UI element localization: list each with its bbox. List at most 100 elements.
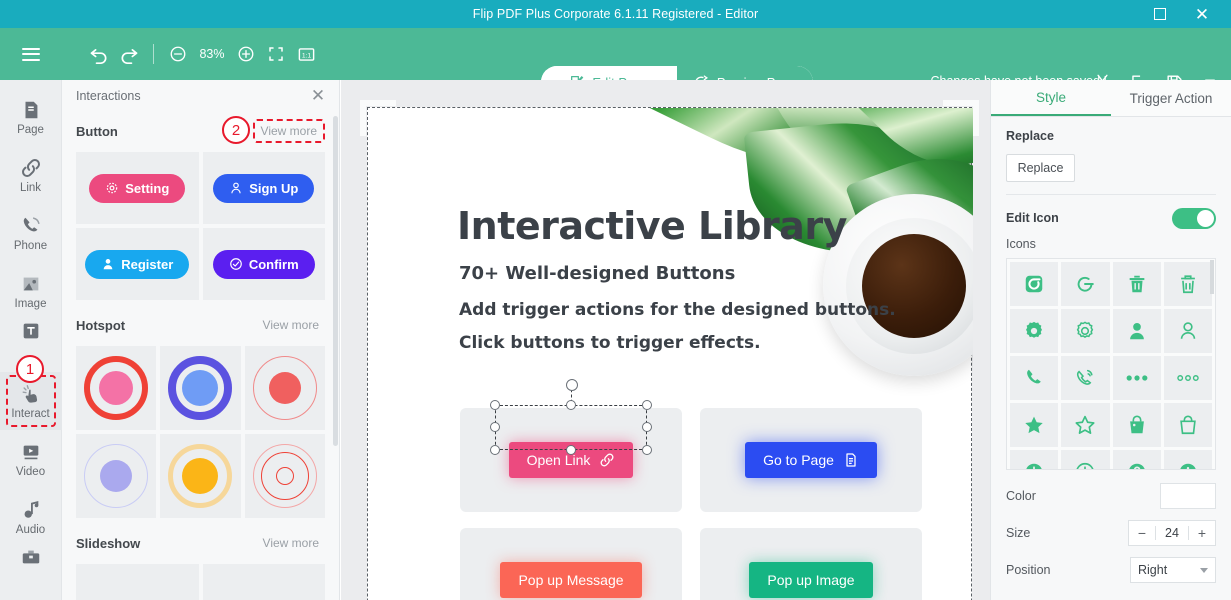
icon-cell-trash-filled[interactable]	[1112, 262, 1161, 306]
view-more-button-section[interactable]: View more	[252, 119, 325, 143]
tab-trigger-action[interactable]: Trigger Action	[1111, 80, 1231, 116]
page-canvas[interactable]: Interactive Library 70+ Well-designed Bu…	[341, 80, 990, 600]
canvas-card-pop-up-image[interactable]: Pop up Image	[700, 528, 922, 600]
button-preview-cell[interactable]: Register	[76, 228, 199, 300]
menu-button[interactable]	[0, 28, 62, 80]
size-decrement-button[interactable]: −	[1129, 525, 1155, 541]
position-select[interactable]: Right	[1130, 557, 1216, 583]
star-filled-icon	[1025, 416, 1043, 434]
hotspot-violet-thin	[84, 444, 149, 508]
icon-cell-power-circle-outline[interactable]	[1061, 262, 1110, 306]
sidebar-item-page[interactable]: Page	[0, 88, 62, 146]
size-increment-button[interactable]: +	[1189, 525, 1215, 541]
view-more-hotspot-section[interactable]: View more	[257, 315, 325, 335]
resize-handle-e[interactable]	[642, 422, 652, 432]
icon-cell-trash-outline[interactable]	[1163, 262, 1212, 306]
canvas-button-pop-up-image[interactable]: Pop up Image	[749, 562, 873, 598]
application-window: Flip PDF Plus Corporate 6.1.11 Registere…	[0, 0, 1231, 600]
resize-handle-se[interactable]	[642, 445, 652, 455]
hotspot-preview-cell[interactable]	[76, 434, 157, 518]
edit-icon-toggle[interactable]	[1172, 207, 1216, 229]
zoom-out-icon	[170, 46, 186, 62]
preview-button-label: Confirm	[248, 256, 299, 272]
help-filled-icon	[1128, 463, 1145, 469]
size-value[interactable]: 24	[1155, 526, 1189, 540]
actual-size-button[interactable]: 1:1	[291, 37, 321, 71]
icon-cell-info-filled[interactable]	[1163, 450, 1212, 469]
icon-cell-star-outline[interactable]	[1061, 403, 1110, 447]
icon-cell-person-filled[interactable]	[1112, 309, 1161, 353]
sidebar-item-image[interactable]: Image	[0, 262, 62, 320]
icon-grid-scrollbar[interactable]	[1210, 260, 1214, 294]
sidebar-item-link[interactable]: Link	[0, 146, 62, 204]
rotate-handle[interactable]	[566, 379, 578, 391]
slideshow-preview-cell[interactable]	[76, 564, 199, 600]
hotspot-preview-cell[interactable]	[160, 434, 241, 518]
icon-cell-gear-filled[interactable]	[1010, 309, 1059, 353]
icon-cell-bag-filled[interactable]	[1112, 403, 1161, 447]
icon-cell-dots-filled[interactable]	[1112, 356, 1161, 400]
phone-filled-icon	[1027, 369, 1041, 384]
maximize-button[interactable]	[1149, 3, 1171, 25]
section-title-slideshow: Slideshow	[76, 535, 141, 551]
section-title-hotspot: Hotspot	[76, 317, 126, 333]
preview-button-setting[interactable]: Setting	[89, 173, 186, 203]
preview-button-register[interactable]: Register	[85, 249, 190, 279]
preview-button-confirm[interactable]: Confirm	[212, 249, 315, 279]
resize-handle-w[interactable]	[490, 422, 500, 432]
close-icon[interactable]: ✕	[309, 87, 327, 105]
button-preview-grid: Setting Sign Up Register Confirm	[76, 152, 325, 300]
hotspot-preview-cell[interactable]	[244, 434, 325, 518]
sidebar-item-audio[interactable]: Audio	[0, 488, 62, 546]
edit-icon-label: Edit Icon	[1006, 211, 1059, 225]
icon-cell-star-filled[interactable]	[1010, 403, 1059, 447]
canvas-card-go-to-page[interactable]: Go to Page	[700, 408, 922, 512]
resize-handle-n[interactable]	[566, 400, 576, 410]
sidebar-item-video[interactable]: Video	[0, 430, 62, 488]
icon-cell-bag-outline[interactable]	[1163, 403, 1212, 447]
icon-cell-person-outline[interactable]	[1163, 309, 1212, 353]
tab-style[interactable]: Style	[991, 80, 1111, 116]
resize-handle-ne[interactable]	[642, 400, 652, 410]
sidebar-item-phone[interactable]: Phone	[0, 204, 62, 262]
button-preview-cell[interactable]: Sign Up	[202, 152, 325, 224]
replace-button[interactable]: Replace	[1006, 154, 1075, 182]
resize-handle-s[interactable]	[566, 445, 576, 455]
zoom-in-button[interactable]	[231, 37, 261, 71]
canvas-button-pop-up-message[interactable]: Pop up Message	[500, 562, 642, 598]
view-more-slideshow-section[interactable]: View more	[257, 533, 325, 553]
sidebar-item-tool[interactable]: Tool	[0, 546, 62, 588]
hotspot-preview-cell[interactable]	[160, 346, 241, 430]
button-preview-cell[interactable]: Confirm	[202, 228, 325, 300]
star-outline-icon	[1075, 415, 1095, 434]
zoom-out-button[interactable]	[163, 37, 193, 71]
icon-cell-clock-filled[interactable]	[1010, 450, 1059, 469]
icon-cell-dots-outline[interactable]	[1163, 356, 1212, 400]
color-swatch[interactable]	[1160, 483, 1216, 509]
hotspot-preview-cell[interactable]	[244, 346, 325, 430]
resize-handle-sw[interactable]	[490, 445, 500, 455]
zoom-level[interactable]: 83%	[193, 47, 231, 61]
undo-button[interactable]	[84, 37, 114, 71]
canvas-card-pop-up-message[interactable]: Pop up Message	[460, 528, 682, 600]
fit-screen-button[interactable]	[261, 37, 291, 71]
resize-handle-nw[interactable]	[490, 400, 500, 410]
canvas-button-go-to-page[interactable]: Go to Page	[745, 442, 877, 478]
hotspot-preview-cell[interactable]	[76, 346, 157, 430]
redo-button[interactable]	[114, 37, 144, 71]
icon-cell-power-rounded-filled[interactable]	[1010, 262, 1059, 306]
page-content: Interactive Library 70+ Well-designed Bu…	[367, 107, 973, 600]
color-label: Color	[1006, 489, 1036, 503]
panel-scrollbar[interactable]	[333, 116, 338, 446]
icon-cell-gear-outline[interactable]	[1061, 309, 1110, 353]
hotspot-core	[268, 372, 301, 404]
preview-button-signup[interactable]: Sign Up	[213, 173, 315, 203]
slideshow-preview-cell[interactable]	[202, 564, 325, 600]
icon-cell-clock-outline[interactable]	[1061, 450, 1110, 469]
button-preview-cell[interactable]: Setting	[76, 152, 199, 224]
canvas-card-open-link[interactable]: Open Link	[460, 379, 682, 512]
close-button[interactable]: ✕	[1191, 3, 1213, 25]
icon-cell-help-filled[interactable]	[1112, 450, 1161, 469]
icon-cell-phone-filled[interactable]	[1010, 356, 1059, 400]
icon-cell-phone-ring-outline[interactable]	[1061, 356, 1110, 400]
